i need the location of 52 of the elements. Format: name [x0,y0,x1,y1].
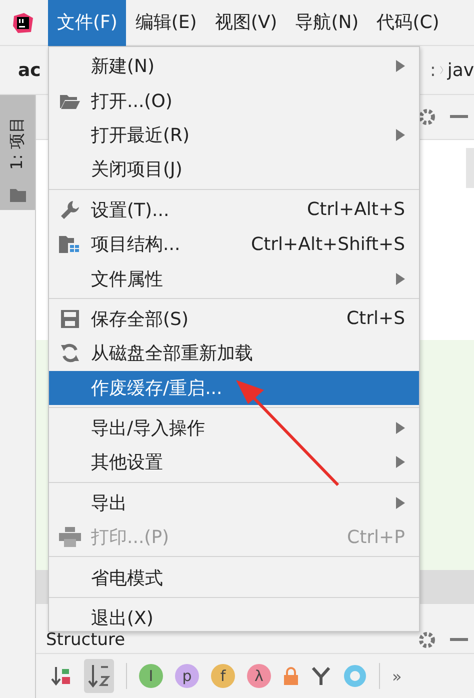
printer-icon [59,527,81,548]
filter-toggle[interactable]: λ [247,664,271,688]
save-icon [61,310,79,328]
breadcrumb-project[interactable]: ac [18,60,41,80]
sort-icon[interactable] [50,665,72,687]
menu-item[interactable]: 导出 [49,486,419,520]
minimize-icon[interactable] [450,115,468,119]
minimize-icon[interactable] [450,638,468,642]
breadcrumb-separator: : [430,60,436,80]
submenu-arrow-icon [396,456,405,468]
scrollbar-thumb[interactable] [466,148,474,188]
menu-bar-item[interactable]: 编辑(E) [126,0,206,46]
menu-item[interactable]: 导出/导入操作 [49,410,419,446]
filter-toggle[interactable]: f [211,664,235,688]
submenu-arrow-icon [396,60,405,72]
filter-toggle[interactable]: I [139,664,163,688]
structure-title: Structure [46,630,126,650]
submenu-arrow-icon [396,128,405,141]
project-tool-tab[interactable]: 1: 项目 [0,95,35,210]
lock-icon[interactable] [283,667,299,685]
overflow-button[interactable]: » [392,666,402,686]
folder-icon [60,92,80,109]
fork-icon[interactable] [311,666,331,686]
menu-bar-item[interactable]: 导航(N) [286,0,368,46]
menu-item[interactable]: 文件属性 [49,261,419,296]
menu-bar-item[interactable]: 文件(F) [48,0,126,46]
menu-item[interactable]: 新建(N) [49,49,419,84]
filter-toggle[interactable]: p [175,664,199,688]
settings-icon[interactable] [418,630,436,648]
menu-bar-item[interactable]: 代码(C) [368,0,448,46]
refresh-icon [60,343,80,364]
menu-item[interactable]: 打开...(O) [49,83,419,118]
menu-item[interactable]: 项目结构... Ctrl+Alt+Shift+S [49,226,419,262]
submenu-arrow-icon [396,496,405,509]
menu-item[interactable]: 从磁盘全部重新加载 [49,336,419,371]
menu-item[interactable]: 打开最近(R) [49,118,419,152]
menu-bar-item[interactable]: 视图(V) [206,0,286,46]
menu-item[interactable]: 省电模式 [49,560,419,595]
breadcrumb-item[interactable]: jav [447,60,474,80]
menu-item[interactable]: 关闭项目(J) [49,152,419,187]
project-structure-icon [59,235,81,254]
app-logo-icon [12,12,34,34]
menu-item[interactable]: 其他设置 [49,445,419,480]
wrench-icon [60,200,80,220]
submenu-arrow-icon [396,422,405,434]
menu-item[interactable]: 作废缓存/重启... [49,370,419,405]
sort-alphabetical-icon[interactable] [84,659,114,693]
menu-item[interactable]: 保存全部(S) Ctrl+S [49,302,419,336]
folder-icon [10,188,26,202]
submenu-arrow-icon [396,272,405,285]
menu-item[interactable]: 设置(T)... Ctrl+Alt+S [49,192,419,227]
settings-icon[interactable] [418,108,436,126]
